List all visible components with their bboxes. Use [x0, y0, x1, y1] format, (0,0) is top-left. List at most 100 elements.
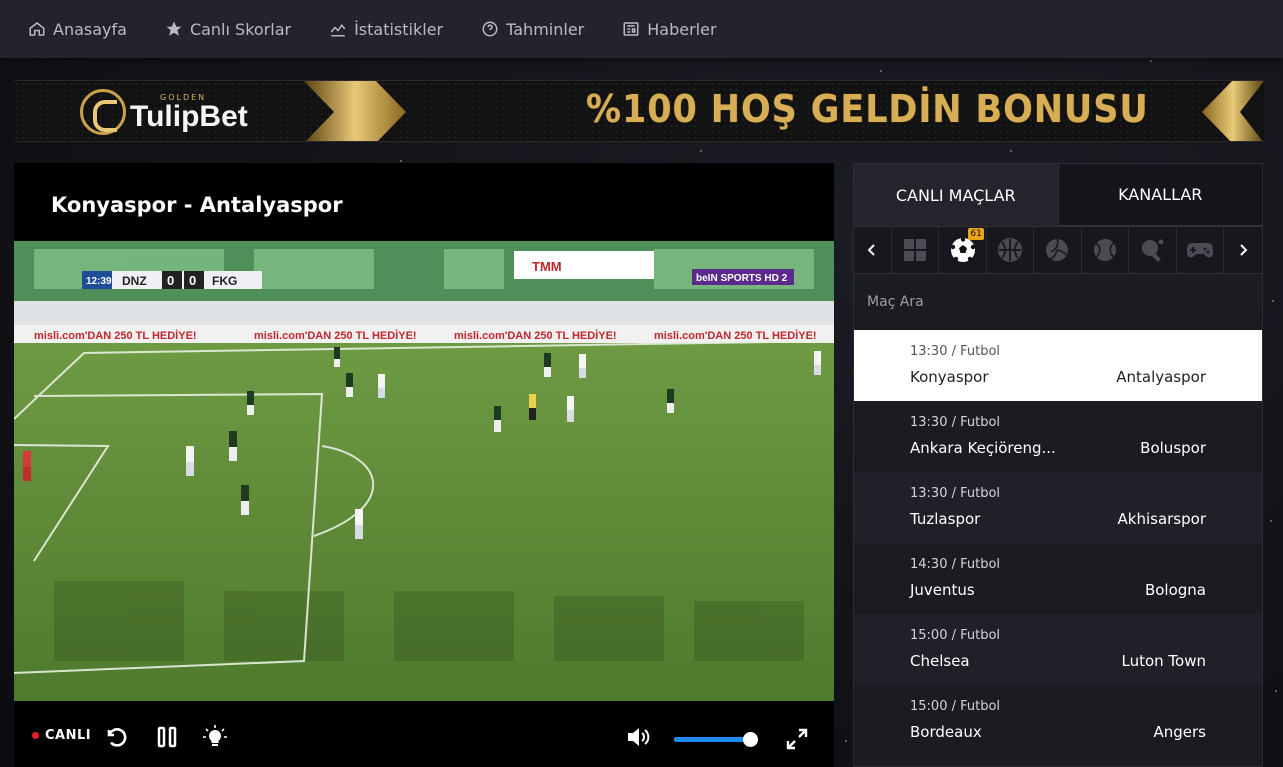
match-away-team: Akhisarspor — [1117, 510, 1206, 528]
player-green-4 — [346, 373, 353, 397]
match-item[interactable]: 13:30 / Futbol Ankara Keçiöreng... Bolus… — [854, 401, 1262, 472]
player-green-6 — [544, 353, 551, 377]
sport-volleyball[interactable] — [1034, 227, 1082, 273]
nav-statistics[interactable]: İstatistikler — [329, 20, 443, 39]
sport-all[interactable] — [892, 227, 940, 273]
match-away-team: Angers — [1153, 723, 1207, 741]
match-time: 15:00 — [910, 628, 948, 643]
nav-predictions[interactable]: Tahminler — [481, 20, 584, 39]
sport-next-button[interactable] — [1224, 227, 1262, 273]
match-sport: Futbol — [960, 486, 1001, 501]
chart-icon — [330, 24, 346, 37]
live-matches-panel: CANLI MAÇLAR KANALLAR 61 Maç Ara 13:30 /… — [853, 163, 1263, 767]
logo-mark-icon — [80, 89, 126, 135]
soccer-ball-icon — [950, 237, 975, 262]
match-sport: Futbol — [960, 699, 1001, 714]
tab-live-matches[interactable]: CANLI MAÇLAR — [854, 164, 1059, 226]
match-home-team: Bordeaux — [910, 723, 982, 741]
fullscreen-icon[interactable] — [786, 728, 808, 750]
grid-icon — [904, 239, 927, 261]
volleyball-icon — [1046, 238, 1069, 261]
video-player: Konyaspor - Antalyaspor misli.com'DAN 25… — [14, 163, 834, 767]
player-white-4 — [378, 374, 385, 398]
player-green-5 — [494, 406, 501, 432]
match-home-team: Tuzlaspor — [910, 510, 981, 528]
gamepad-icon — [1186, 243, 1213, 258]
pause-icon[interactable] — [156, 726, 178, 748]
chevron-left-icon — [868, 244, 876, 256]
match-list: 13:30 / Futbol Konyaspor Antalyaspor 13:… — [854, 330, 1262, 756]
live-dot-icon — [32, 731, 39, 739]
volume-slider[interactable] — [674, 732, 758, 747]
nav-label: Haberler — [647, 19, 717, 39]
player-white-2 — [355, 509, 363, 539]
video-frame[interactable]: misli.com'DAN 250 TL HEDİYE! misli.com'D… — [14, 241, 834, 701]
logo-main-text: TulipBet — [130, 99, 248, 133]
promo-banner[interactable]: GOLDEN TulipBet %100 HOŞ GELDİN BONUSU — [14, 80, 1264, 142]
star-icon — [166, 21, 182, 36]
scorebug-home: DNZ — [122, 274, 147, 288]
referee — [529, 394, 536, 420]
match-title: Konyaspor - Antalyaspor — [51, 193, 343, 217]
channel-logo-text: beIN SPORTS HD 2 — [696, 273, 788, 284]
sport-filter-bar: 61 — [854, 226, 1262, 274]
volume-icon[interactable] — [626, 726, 652, 748]
newspaper-icon — [623, 22, 639, 36]
match-item[interactable]: 13:30 / Futbol Konyaspor Antalyaspor — [854, 330, 1262, 401]
gold-chevron-left-icon — [304, 81, 406, 141]
sport-football[interactable]: 61 — [939, 227, 987, 273]
ad-board-text-2: misli.com'DAN 250 TL HEDİYE! — [254, 329, 417, 342]
match-item[interactable]: 14:30 / Futbol Juventus Bologna — [854, 543, 1262, 614]
match-time: 14:30 — [910, 557, 948, 572]
stadium-board-text: TMM — [532, 259, 562, 274]
match-sport: Futbol — [960, 628, 1001, 643]
match-away-team: Bologna — [1144, 581, 1206, 599]
player-green-8 — [334, 347, 340, 367]
match-item[interactable]: 15:00 / Futbol Bordeaux Angers — [854, 685, 1262, 756]
scorebug-away: FKG — [212, 274, 237, 288]
live-indicator: CANLI — [32, 728, 91, 743]
tab-channels[interactable]: KANALLAR — [1058, 164, 1262, 226]
banner-headline: %100 HOŞ GELDİN BONUSU — [586, 87, 1149, 131]
home-icon — [29, 22, 45, 36]
ad-board-text-3: misli.com'DAN 250 TL HEDİYE! — [454, 329, 617, 342]
player-green-3 — [247, 391, 254, 415]
match-search — [854, 274, 1262, 330]
scorebug-home-score: 0 — [167, 273, 174, 288]
volume-slider-knob[interactable] — [742, 732, 758, 747]
player-green-7 — [667, 389, 674, 413]
ad-board-text-4: misli.com'DAN 250 TL HEDİYE! — [654, 329, 817, 342]
match-item[interactable]: 15:00 / Futbol Chelsea Luton Town — [854, 614, 1262, 685]
gold-chevron-right-icon — [1202, 81, 1264, 141]
replay-icon[interactable] — [105, 725, 129, 749]
match-sport: Futbol — [960, 415, 1001, 430]
help-circle-icon — [482, 21, 498, 37]
match-away-team: Luton Town — [1121, 652, 1207, 670]
match-home-team: Ankara Keçiöreng... — [910, 439, 1056, 457]
player-white-6 — [814, 351, 821, 375]
scorebug: 12:39 DNZ 0 0 FKG — [82, 271, 262, 289]
match-search-input[interactable] — [867, 294, 1247, 310]
top-navigation: Anasayfa Canlı Skorlar İstatistikler Tah… — [0, 0, 1283, 58]
lightbulb-icon[interactable] — [203, 725, 227, 749]
match-home-team: Chelsea — [910, 652, 970, 670]
nav-news[interactable]: Haberler — [622, 19, 717, 39]
nav-home[interactable]: Anasayfa — [28, 20, 127, 39]
sport-prev-button[interactable] — [854, 227, 892, 273]
football-count-badge: 61 — [968, 228, 984, 240]
match-item[interactable]: 13:30 / Futbol Tuzlaspor Akhisarspor — [854, 472, 1262, 543]
match-home-team: Juventus — [910, 581, 975, 599]
sport-esports[interactable] — [1177, 227, 1225, 273]
nav-live-scores[interactable]: Canlı Skorlar — [165, 20, 291, 39]
nav-label: İstatistikler — [354, 19, 444, 39]
sport-tennis[interactable] — [1082, 227, 1130, 273]
player-white-3 — [567, 396, 574, 422]
sport-table-tennis[interactable] — [1129, 227, 1177, 273]
nav-label: Canlı Skorlar — [189, 19, 292, 39]
match-home-team: Konyaspor — [910, 368, 989, 386]
football-pitch-video: misli.com'DAN 250 TL HEDİYE! misli.com'D… — [14, 241, 834, 701]
sport-basketball[interactable] — [987, 227, 1035, 273]
ping-pong-icon — [1142, 239, 1164, 262]
goalkeeper-red — [23, 451, 31, 481]
match-away-team: Boluspor — [1140, 439, 1206, 457]
